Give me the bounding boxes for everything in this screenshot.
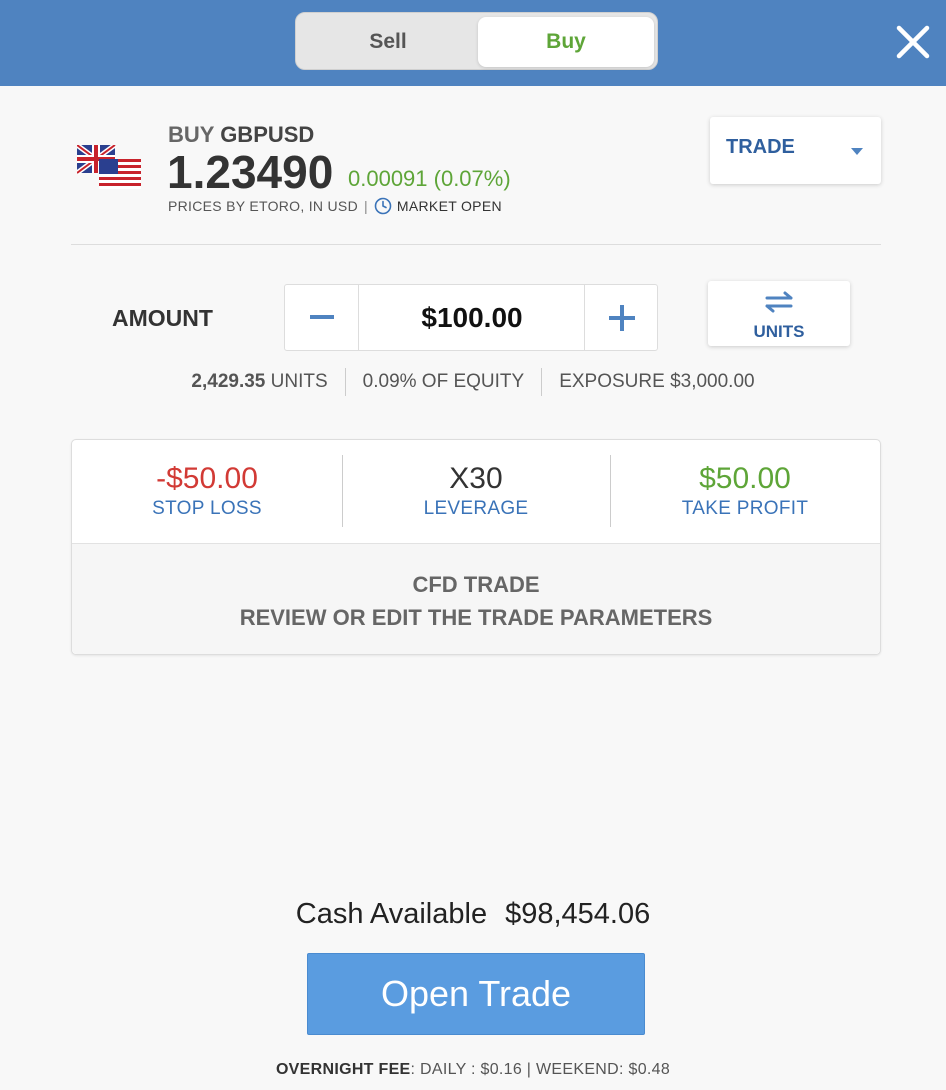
minus-icon [310,315,334,319]
trade-mode-dropdown[interactable]: TRADE [710,117,881,184]
fee-label: OVERNIGHT FEE [275,1061,411,1078]
amount-details: 2,429.35 UNITS 0.09% OF EQUITY EXPOSURE … [0,368,946,396]
fee-values: : DAILY : $0.16 | WEEKEND: $0.48 [410,1061,671,1078]
buy-verb: BUY [168,122,215,147]
units-button-label: UNITS [753,322,805,341]
sell-buy-toggle: Sell Buy [295,12,658,70]
leverage-label: LEVERAGE [423,498,529,519]
gbp-usd-flags-icon [77,145,141,189]
stop-loss-value: -$50.00 [156,462,258,495]
cash-value: $98,454.06 [505,898,651,930]
price-source-line: PRICES BY ETORO, IN USD | MARKET OPEN [168,197,502,215]
swap-arrows-icon [765,291,793,313]
plus-icon-vertical [620,305,624,331]
cfd-trade-title: CFD TRADE [412,572,540,597]
increase-amount-button[interactable] [584,285,658,350]
take-profit-label: TAKE PROFIT [681,498,809,519]
clock-icon [374,197,392,215]
units-suffix: UNITS [270,371,328,392]
amount-stepper [284,284,658,351]
instrument-symbol: GBPUSD [220,122,315,147]
cash-available: Cash Available $98,454.06 [0,898,946,931]
divider [71,244,881,245]
take-profit-cell[interactable]: $50.00 TAKE PROFIT [610,440,880,543]
decrease-amount-button[interactable] [285,285,359,350]
price-change: 0.00091 (0.07%) [348,166,511,191]
market-status: MARKET OPEN [396,198,502,214]
units-info: 2,429.35 UNITS [191,371,327,393]
stop-loss-label: STOP LOSS [152,498,262,519]
units-value: 2,429.35 [191,371,266,392]
chevron-down-icon [851,148,863,155]
trade-parameters-panel: -$50.00 STOP LOSS X30 LEVERAGE $50.00 TA… [71,439,881,655]
switch-to-units-button[interactable]: UNITS [708,281,850,346]
amount-input[interactable] [360,285,584,350]
header-bar: Sell Buy [0,0,946,86]
buy-tab[interactable]: Buy [478,17,654,67]
amount-label: AMOUNT [112,305,213,331]
open-trade-button[interactable]: Open Trade [307,953,645,1035]
instrument-price: 1.23490 [167,146,334,198]
separator: | [363,198,368,214]
cash-label: Cash Available [295,898,488,930]
exposure-info: EXPOSURE $3,000.00 [559,371,755,392]
trade-mode-label: TRADE [726,136,795,158]
overnight-fee: OVERNIGHT FEE: DAILY : $0.16 | WEEKEND: … [0,1061,946,1079]
info-divider [541,368,543,396]
cfd-trade-review[interactable]: CFD TRADE REVIEW OR EDIT THE TRADE PARAM… [72,544,880,654]
close-icon[interactable] [893,22,933,62]
stop-loss-cell[interactable]: -$50.00 STOP LOSS [72,440,342,543]
sell-tab[interactable]: Sell [300,17,476,67]
leverage-cell[interactable]: X30 LEVERAGE [342,440,610,543]
prices-by-text: PRICES BY ETORO, IN USD [168,198,358,214]
info-divider [344,368,346,396]
equity-info: 0.09% OF EQUITY [362,371,525,392]
take-profit-value: $50.00 [699,462,791,495]
leverage-value: X30 [449,462,503,495]
cfd-trade-subtitle: REVIEW OR EDIT THE TRADE PARAMETERS [239,605,713,630]
